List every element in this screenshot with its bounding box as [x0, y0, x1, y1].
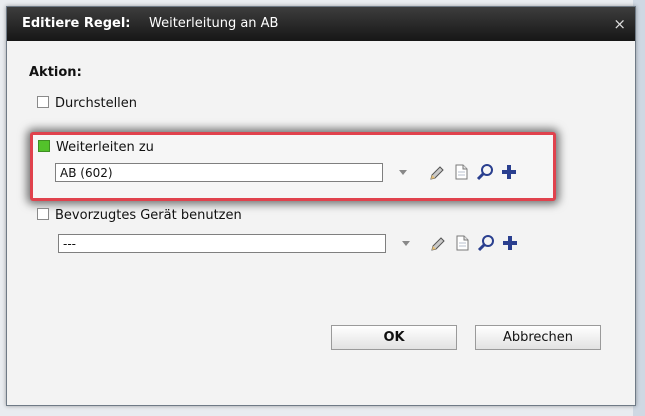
durchstellen-option[interactable]: Durchstellen	[37, 96, 137, 111]
weiterleiten-label: Weiterleiten zu	[56, 140, 154, 155]
chevron-down-icon[interactable]	[399, 170, 407, 175]
plus-icon[interactable]	[500, 163, 518, 181]
weiterleiten-highlight: Weiterleiten zu AB (602)	[30, 132, 556, 201]
weiterleiten-checkbox[interactable]	[38, 140, 50, 152]
cancel-button[interactable]: Abbrechen	[475, 325, 601, 350]
document-icon[interactable]	[453, 234, 471, 252]
durchstellen-label: Durchstellen	[55, 96, 138, 111]
edit-rule-dialog: Editiere Regel: Weiterleitung an AB × Ak…	[6, 6, 636, 406]
dialog-titlebar: Editiere Regel: Weiterleitung an AB ×	[7, 7, 635, 41]
dialog-title-value: Weiterleitung an AB	[149, 16, 279, 31]
bevorzugt-option[interactable]: Bevorzugtes Gerät benutzen	[37, 208, 242, 223]
bevorzugt-device-select[interactable]: ---	[58, 234, 386, 253]
plus-icon[interactable]	[501, 234, 519, 252]
weiterleiten-option[interactable]: Weiterleiten zu	[38, 140, 154, 155]
document-icon[interactable]	[452, 163, 470, 181]
search-icon[interactable]	[477, 234, 495, 252]
bevorzugt-checkbox[interactable]	[37, 208, 49, 220]
search-icon[interactable]	[476, 163, 494, 181]
ok-button[interactable]: OK	[331, 325, 457, 350]
bevorzugt-label: Bevorzugtes Gerät benutzen	[55, 208, 242, 223]
dialog-title-label: Editiere Regel:	[22, 16, 131, 31]
pencil-icon[interactable]	[428, 164, 446, 182]
weiterleiten-target-select[interactable]: AB (602)	[55, 163, 383, 182]
action-section-label: Aktion:	[29, 65, 82, 80]
chevron-down-icon[interactable]	[402, 241, 410, 246]
weiterleiten-target-value: AB (602)	[60, 166, 113, 180]
bevorzugt-device-value: ---	[63, 237, 76, 251]
close-icon[interactable]: ×	[613, 7, 626, 41]
pencil-icon[interactable]	[429, 235, 447, 253]
durchstellen-checkbox[interactable]	[37, 96, 49, 108]
